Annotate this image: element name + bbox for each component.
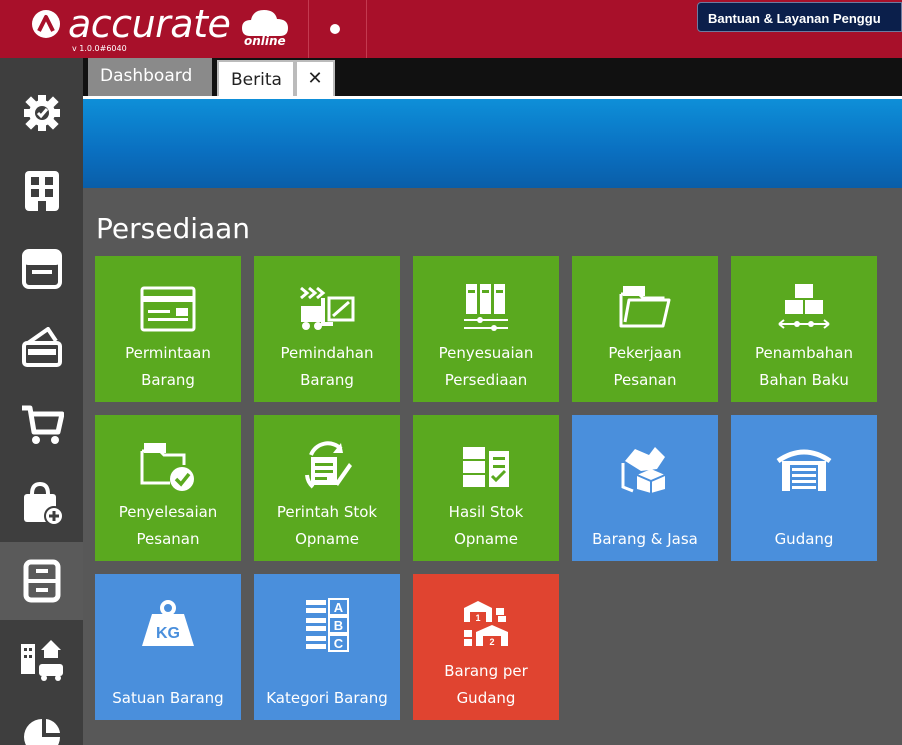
- sidebar: [0, 58, 83, 745]
- goods-services-icon: [621, 447, 666, 493]
- tile-barang-jasa[interactable]: Barang & Jasa: [572, 415, 718, 561]
- sidebar-item-assets[interactable]: [0, 620, 83, 698]
- tile-penyesuaian-persediaan[interactable]: Penyesuaian Persediaan: [413, 256, 559, 402]
- cabinet-icon: [23, 559, 60, 603]
- tile-label: Pemindahan Barang: [280, 344, 374, 389]
- ledger-icon: [21, 249, 62, 289]
- tile-label: Permintaan Barang: [125, 344, 211, 389]
- tile-label: Penyelesaian Pesanan: [118, 503, 218, 548]
- tile-perintah-stok-opname[interactable]: Perintah Stok Opname: [254, 415, 400, 561]
- shopping-bag-add-icon: [23, 481, 64, 526]
- tile-label: Satuan Barang: [112, 689, 224, 707]
- svg-text:A: A: [334, 600, 344, 615]
- svg-text:1: 1: [475, 613, 480, 623]
- tile-pemindahan-barang[interactable]: Pemindahan Barang: [254, 256, 400, 402]
- tile-pekerjaan-pesanan[interactable]: Pekerjaan Pesanan: [572, 256, 718, 402]
- tile-kategori-barang[interactable]: A B C Kategori Barang: [254, 574, 400, 720]
- tile-satuan-barang[interactable]: KG Satuan Barang: [95, 574, 241, 720]
- warehouse-icon: [776, 449, 832, 491]
- building-icon: [24, 171, 59, 211]
- sidebar-item-cash-bank[interactable]: [0, 308, 83, 386]
- stock-order-icon: [305, 441, 352, 489]
- wallet-icon: [21, 327, 62, 367]
- tab-berita[interactable]: Berita: [217, 60, 295, 98]
- category-abc-icon: A B C: [306, 598, 349, 652]
- svg-text:2: 2: [489, 637, 494, 647]
- cart-icon: [21, 405, 64, 444]
- tile-label: Penambahan Bahan Baku: [755, 344, 853, 389]
- sidebar-item-settings[interactable]: [0, 74, 83, 152]
- sidebar-item-company[interactable]: [0, 152, 83, 230]
- sidebar-item-sales[interactable]: [0, 386, 83, 464]
- tile-barang-per-gudang[interactable]: 1 2 Barang per Gudang: [413, 574, 559, 720]
- tile-penambahan-bahan-baku[interactable]: Penambahan Bahan Baku: [731, 256, 877, 402]
- svg-text:C: C: [334, 636, 344, 651]
- tile-label: Barang & Jasa: [592, 530, 698, 548]
- job-folder-check-icon: [140, 443, 194, 491]
- logo-mark-icon: [32, 10, 60, 38]
- svg-text:KG: KG: [156, 625, 180, 642]
- request-form-icon: [140, 286, 196, 332]
- top-bar: accurate online v 1.0.0#6040 Bantuan & L…: [0, 0, 902, 58]
- close-tab-button[interactable]: ✕: [295, 60, 335, 98]
- banner: [83, 96, 902, 188]
- app-logo[interactable]: accurate online v 1.0.0#6040: [0, 0, 308, 58]
- app-version: v 1.0.0#6040: [72, 44, 127, 53]
- tile-label: Kategori Barang: [266, 689, 388, 707]
- tile-label: Pekerjaan Pesanan: [608, 344, 682, 389]
- sidebar-item-ledger[interactable]: [0, 230, 83, 308]
- tab-bar: Dashboard Berita ✕: [83, 58, 902, 98]
- sidebar-item-inventory[interactable]: [0, 542, 83, 620]
- tile-label: Gudang: [774, 530, 834, 548]
- app-name: accurate: [68, 2, 231, 46]
- sidebar-item-purchase[interactable]: [0, 464, 83, 542]
- tile-hasil-stok-opname[interactable]: Hasil Stok Opname: [413, 415, 559, 561]
- job-folder-icon: [619, 286, 671, 328]
- gear-icon: [23, 95, 60, 131]
- app-suffix: online: [244, 34, 286, 48]
- section-title: Persediaan: [96, 212, 251, 245]
- help-button[interactable]: Bantuan & Layanan Penggu: [697, 2, 902, 32]
- divider: [366, 0, 367, 58]
- weight-kg-icon: KG: [142, 600, 194, 646]
- tile-label: Penyesuaian Persediaan: [438, 344, 534, 389]
- notification-dot-icon[interactable]: [330, 24, 340, 34]
- tile-gudang[interactable]: Gudang: [731, 415, 877, 561]
- forklift-icon: [300, 286, 355, 330]
- stock-result-icon: [463, 447, 509, 487]
- tile-penyelesaian-pesanan[interactable]: Penyelesaian Pesanan: [95, 415, 241, 561]
- main-content: Persediaan Permintaan Barang Pemindahan …: [83, 188, 902, 745]
- binders-slider-icon: [464, 284, 508, 331]
- sidebar-item-reports[interactable]: [0, 698, 83, 745]
- company-car-icon: [20, 640, 63, 681]
- pie-chart-icon: [23, 719, 60, 745]
- svg-text:B: B: [334, 618, 343, 633]
- tab-dashboard[interactable]: Dashboard: [88, 58, 212, 96]
- stacked-boxes-icon: [778, 284, 830, 329]
- tile-permintaan-barang[interactable]: Permintaan Barang: [95, 256, 241, 402]
- tile-label: Barang per Gudang: [444, 662, 528, 707]
- divider: [308, 0, 309, 58]
- tile-label: Hasil Stok Opname: [448, 503, 524, 548]
- warehouse-goods-icon: 1 2: [464, 601, 508, 647]
- tile-label: Perintah Stok Opname: [276, 503, 378, 548]
